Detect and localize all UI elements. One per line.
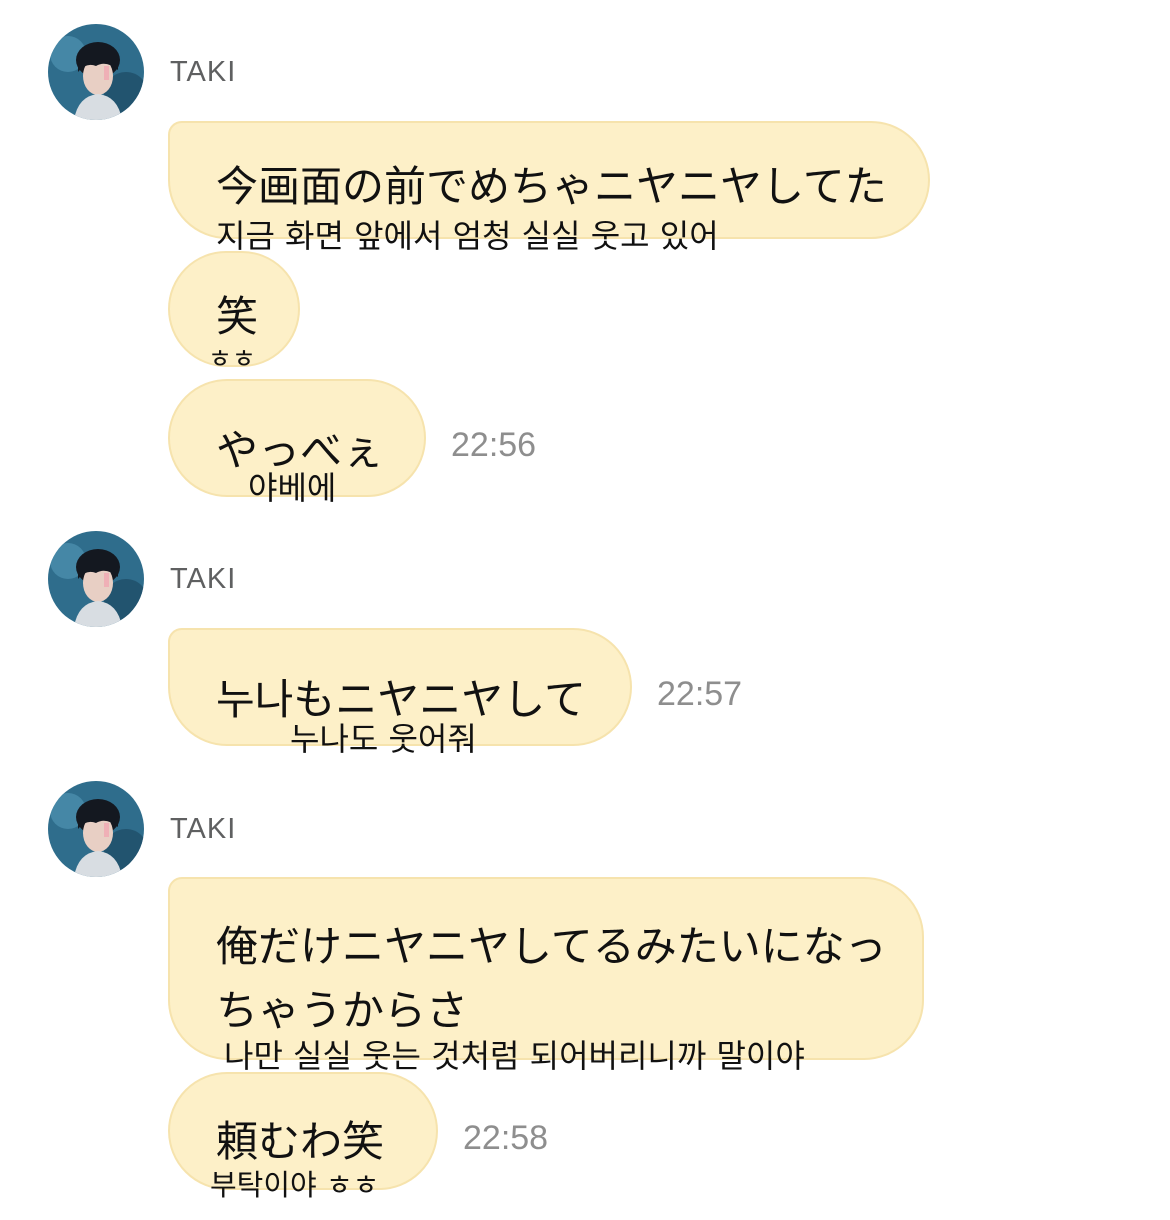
message-text-japanese: 俺だけニヤニヤしてるみたいになっ — [216, 922, 887, 971]
message-bubble[interactable]: 누나もニヤニヤして 누나도 웃어줘 — [168, 628, 632, 758]
message-translation-korean: 부탁이야 ㅎㅎ — [210, 1168, 380, 1202]
message-translation-korean: 나만 실실 웃는 것처럼 되어버리니까 말이야 — [224, 1037, 805, 1075]
profile-photo-icon — [48, 531, 144, 627]
avatar[interactable] — [48, 781, 144, 877]
sender-name: TAKI — [170, 56, 237, 88]
message-bubble[interactable]: 頼むわ笑 부탁이야 ㅎㅎ — [168, 1072, 438, 1202]
profile-photo-icon — [48, 781, 144, 877]
message-timestamp: 22:58 — [463, 1119, 549, 1157]
profile-photo-icon — [48, 24, 144, 120]
message-text-japanese: ちゃうからさ — [216, 986, 469, 1035]
message-text-japanese: 笑 — [216, 292, 259, 341]
message-translation-korean: ㅎㅎ — [208, 345, 256, 375]
message-bubble[interactable]: やっべぇ 야베에 — [168, 379, 426, 507]
message-bubble[interactable]: 今画面の前でめちゃニヤニヤしてた 지금 화면 앞에서 엄청 실실 웃고 있어 — [168, 121, 930, 255]
message-translation-korean: 누나도 웃어줘 — [290, 720, 477, 758]
message-text-japanese: 頼むわ笑 — [216, 1117, 385, 1166]
message-translation-korean: 지금 화면 앞에서 엄청 실실 웃고 있어 — [216, 217, 719, 255]
sender-name: TAKI — [170, 813, 237, 845]
message-timestamp: 22:57 — [657, 675, 743, 713]
message-text-japanese: 今画面の前でめちゃニヤニヤしてた — [216, 162, 887, 211]
message-timestamp: 22:56 — [451, 426, 537, 464]
avatar[interactable] — [48, 531, 144, 627]
message-bubble[interactable]: 笑 ㅎㅎ — [168, 251, 300, 375]
message-bubble[interactable]: 俺だけニヤニヤしてるみたいになっ ちゃうからさ 나만 실실 웃는 것처럼 되어버… — [168, 877, 924, 1075]
message-translation-korean: 야베에 — [248, 469, 337, 507]
sender-name: TAKI — [170, 563, 237, 595]
avatar[interactable] — [48, 24, 144, 120]
